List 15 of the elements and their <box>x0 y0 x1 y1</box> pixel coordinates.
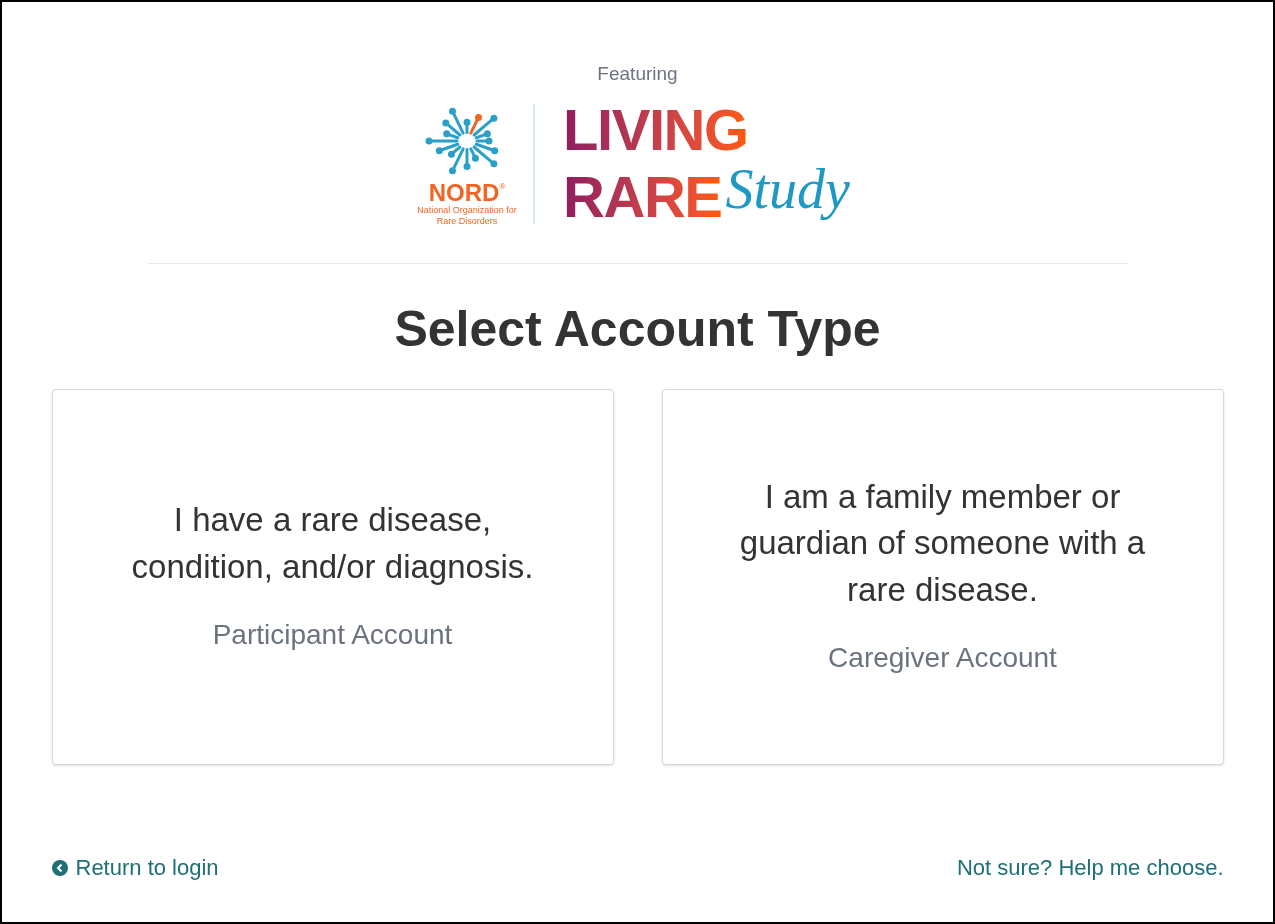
account-description: I have a rare disease, condition, and/or diagnosis. <box>130 500 535 587</box>
account-type-card[interactable]: I am a family member or guardian of someone with a rare disease. Caregiver Account <box>661 388 1224 765</box>
nord-tagline: National Organization for Rare Disorders <box>416 204 518 227</box>
registered-mark: ® <box>499 180 506 191</box>
help-link[interactable]: Not sure? Help me choose. <box>956 851 1224 884</box>
study-logo-text: Study <box>725 157 851 223</box>
return-link-text: Return to login <box>75 854 219 882</box>
return-to-login-link[interactable]: Return to login <box>51 851 219 884</box>
account-label: Caregiver Account <box>828 640 1057 675</box>
page-title: Select Account Type <box>394 300 881 359</box>
account-label: Participant Account <box>212 617 453 652</box>
nord-logo-text: NORD <box>428 180 500 205</box>
account-type-card[interactable]: I have a rare disease, condition, and/or diagnosis. Participant Account <box>51 388 614 765</box>
featuring-label: Featuring <box>597 62 678 86</box>
account-description: I am a family member or guardian of someone with a rare disease. <box>738 477 1147 610</box>
